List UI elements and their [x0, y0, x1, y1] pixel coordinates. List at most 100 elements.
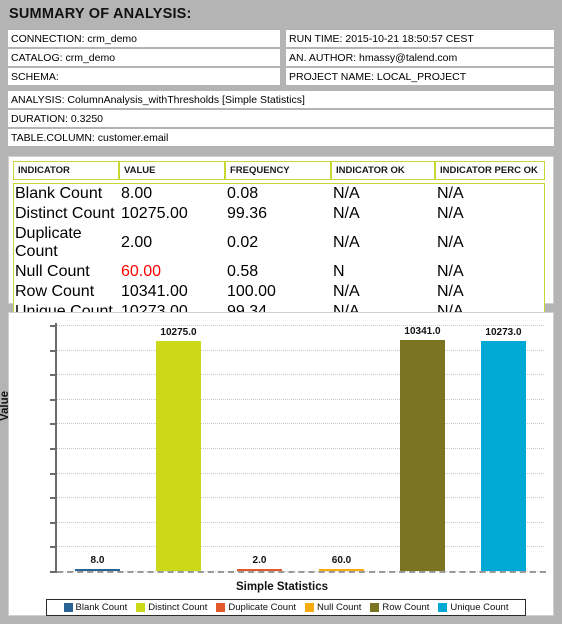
chart-gridline [57, 473, 544, 474]
connection-field: CONNECTION: crm_demo [8, 30, 280, 47]
chart-y-tick [50, 522, 56, 524]
indicator-ok-cell: N/A [333, 205, 360, 222]
legend-item[interactable]: Distinct Count [136, 602, 207, 613]
indicator-name-cell: Null Count [15, 263, 90, 280]
chart-bar-value-label: 10275.0 [160, 327, 197, 338]
legend-color-swatch [438, 603, 448, 612]
page-title: SUMMARY OF ANALYSIS: [9, 6, 192, 22]
indicator-name-cell: Distinct Count [15, 205, 115, 222]
indicator-table-body: Blank Count 8.00 0.08 N/A N/A Distinct Count 1… [14, 184, 546, 322]
chart-gridline [57, 497, 544, 498]
legend-item[interactable]: Duplicate Count [216, 602, 296, 613]
run-time-field: RUN TIME: 2015-10-21 18:50:57 CEST [286, 30, 554, 47]
chart-y-tick [50, 423, 56, 425]
statistics-chart-panel: Value 8.0 10275.0 2.0 60.0 10341.0 10273.0 Si… [0, 312, 554, 616]
legend-label: Null Count [317, 602, 362, 613]
catalog-field: CATALOG: crm_demo [8, 49, 280, 66]
table-row[interactable]: Row Count 10341.00 100.00 N/A N/A [14, 282, 546, 302]
value-cell: 60.00 [121, 263, 162, 280]
indicator-ok-cell: N/A [333, 283, 360, 300]
column-header-value[interactable]: VALUE [119, 161, 225, 180]
indicator-table-panel: INDICATOR VALUE FREQUENCY INDICATOR OK I… [8, 156, 554, 323]
analysis-field: ANALYSIS: ColumnAnalysis_withThresholds … [8, 91, 554, 108]
duration-field: DURATION: 0.3250 [8, 110, 554, 127]
indicator-perc-ok-cell: N/A [437, 234, 464, 251]
indicator-name-cell: Row Count [15, 283, 95, 300]
chart-y-tick [50, 374, 56, 376]
column-header-frequency[interactable]: FREQUENCY [225, 161, 331, 180]
indicator-name-cell: Duplicate Count [15, 225, 82, 260]
indicator-perc-ok-cell: N/A [437, 205, 464, 222]
chart-legend: Blank Count Distinct Count Duplicate Count… [46, 599, 526, 616]
chart-y-tick [50, 448, 56, 450]
chart-x-axis-label: Simple Statistics [235, 581, 329, 593]
indicator-perc-ok-cell: N/A [437, 185, 464, 202]
chart-y-tick [50, 473, 56, 475]
indicator-perc-ok-cell: N/A [437, 283, 464, 300]
frequency-cell: 99.36 [227, 205, 268, 222]
value-cell: 8.00 [121, 185, 153, 202]
legend-label: Row Count [382, 602, 430, 613]
frequency-cell: 100.00 [227, 283, 276, 300]
legend-item[interactable]: Null Count [305, 602, 361, 613]
chart-gridline [57, 546, 544, 547]
analysis-report-page: SUMMARY OF ANALYSIS: CONNECTION: crm_dem… [0, 0, 562, 624]
table-row[interactable]: Null Count 60.00 0.58 N N/A [14, 262, 546, 282]
legend-item[interactable]: Row Count [370, 602, 429, 613]
chart-x-axis-line [57, 571, 546, 573]
chart-bar-value-label: 10273.0 [485, 327, 522, 338]
legend-item[interactable]: Blank Count [63, 602, 128, 613]
table-row[interactable]: Duplicate Count 2.00 0.02 N/A N/A [14, 224, 546, 262]
legend-label: Blank Count [75, 602, 128, 613]
indicator-table-header: INDICATOR VALUE FREQUENCY INDICATOR OK I… [13, 161, 545, 180]
legend-color-swatch [216, 603, 226, 612]
chart-gridline [57, 522, 544, 523]
table-header-row: INDICATOR VALUE FREQUENCY INDICATOR OK I… [13, 161, 545, 180]
chart-bar-value-label: 2.0 [252, 555, 267, 566]
column-header-indicator-perc[interactable]: INDICATOR PERC OK [435, 161, 545, 180]
chart-gridline [57, 399, 544, 400]
table-row[interactable]: Blank Count 8.00 0.08 N/A N/A [14, 184, 546, 204]
chart-plot-area: 8.0 10275.0 2.0 60.0 10341.0 10273.0 [57, 325, 544, 572]
chart-y-tick [50, 350, 56, 352]
indicator-name-cell: Blank Count [15, 185, 103, 202]
column-header-indicator-ok[interactable]: INDICATOR OK [331, 161, 435, 180]
chart-bar[interactable] [400, 340, 445, 571]
indicator-table-body-wrapper: Blank Count 8.00 0.08 N/A N/A Distinct Count 1… [13, 183, 545, 323]
column-header-indicator[interactable]: INDICATOR [13, 161, 119, 180]
legend-label: Unique Count [450, 602, 509, 613]
legend-label: Distinct Count [148, 602, 208, 613]
chart-gridline [57, 448, 544, 449]
chart-y-tick [50, 399, 56, 401]
frequency-cell: 0.58 [227, 263, 259, 280]
legend-color-swatch [63, 603, 73, 612]
chart-bar-value-label: 10341.0 [404, 326, 441, 337]
chart-bar[interactable] [481, 341, 526, 571]
frequency-cell: 0.08 [227, 185, 259, 202]
legend-item[interactable]: Unique Count [438, 602, 508, 613]
chart-bar-value-label: 8.0 [90, 555, 105, 566]
indicator-ok-cell: N/A [333, 234, 360, 251]
table-row[interactable]: Distinct Count 10275.00 99.36 N/A N/A [14, 204, 546, 224]
chart-y-tick [50, 546, 56, 548]
value-cell: 2.00 [121, 234, 153, 251]
project-name-field: PROJECT NAME: LOCAL_PROJECT [286, 68, 554, 85]
table-column-field: TABLE.COLUMN: customer.email [8, 129, 554, 146]
chart-gridline [57, 423, 544, 424]
value-cell: 10341.00 [121, 283, 188, 300]
indicator-ok-cell: N/A [333, 185, 360, 202]
chart-y-tick [50, 497, 56, 499]
legend-color-swatch [305, 603, 315, 612]
legend-color-swatch [370, 603, 380, 612]
chart-y-tick [50, 325, 56, 327]
schema-field: SCHEMA: [8, 68, 280, 85]
chart-y-axis-label: Value [0, 390, 11, 421]
author-field: AN. AUTHOR: hmassy@talend.com [286, 49, 554, 66]
frequency-cell: 0.02 [227, 234, 259, 251]
chart-gridline [57, 350, 544, 351]
legend-label: Duplicate Count [228, 602, 297, 613]
legend-color-swatch [136, 603, 146, 612]
chart-y-tick [50, 571, 56, 573]
chart-bar[interactable] [156, 341, 201, 571]
chart-gridline [57, 325, 544, 326]
